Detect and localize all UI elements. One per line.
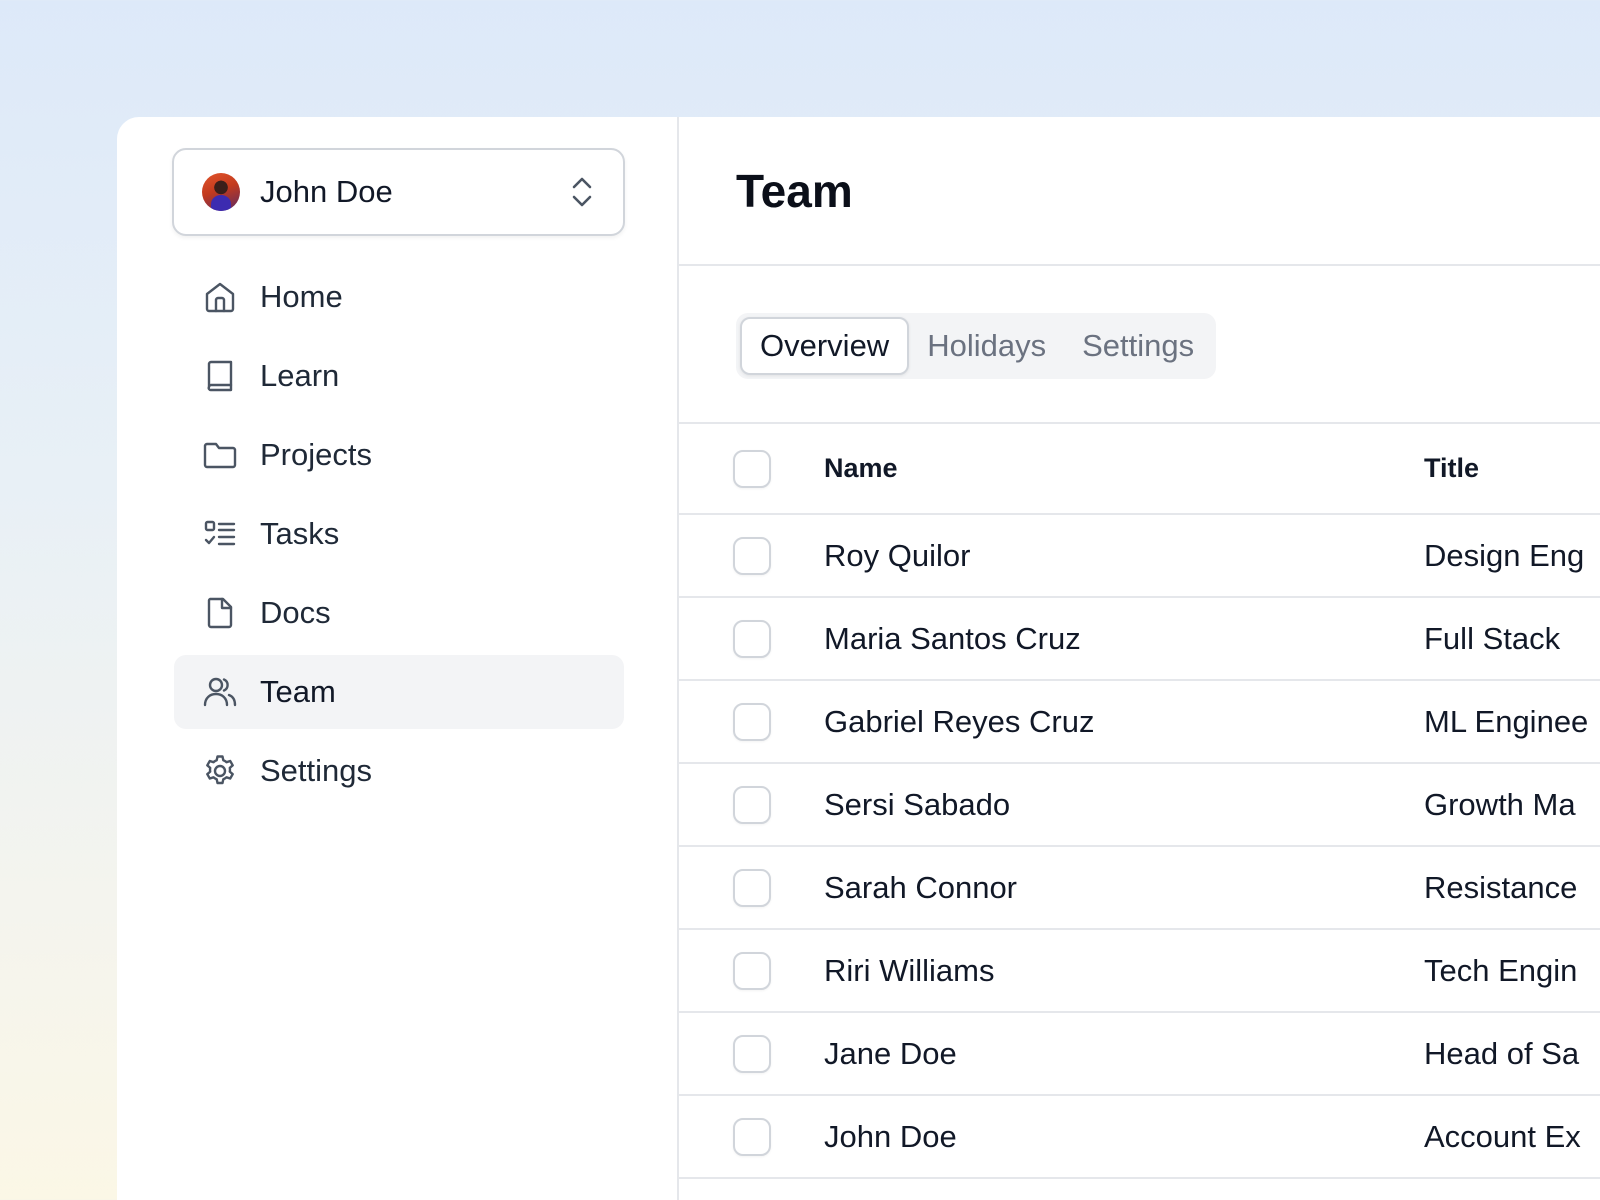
member-name: Sarah Connor bbox=[824, 869, 1018, 905]
sidebar-item-tasks[interactable]: Tasks bbox=[174, 497, 624, 571]
sidebar-item-label: Tasks bbox=[260, 516, 340, 551]
member-title: Full Stack bbox=[1424, 620, 1561, 656]
sidebar-item-label: Settings bbox=[260, 753, 373, 788]
sidebar-item-label: Team bbox=[260, 674, 336, 709]
member-title: Tech Engin bbox=[1424, 952, 1578, 988]
checklist-icon bbox=[204, 520, 236, 546]
row-checkbox[interactable] bbox=[733, 619, 771, 658]
member-name: Jane Doe bbox=[824, 1035, 957, 1071]
member-title: ML Enginee bbox=[1424, 703, 1589, 739]
sidebar-item-label: Projects bbox=[260, 437, 372, 472]
chevron-up-down-icon bbox=[572, 177, 592, 207]
table-row[interactable]: Sersi Sabado Growth Ma bbox=[679, 763, 1600, 846]
home-icon bbox=[205, 282, 235, 313]
table-row[interactable]: Roy Quilor Design Eng bbox=[679, 514, 1600, 597]
segmented-tabs: Overview Holidays Settings bbox=[736, 313, 1217, 379]
sidebar-item-label: Docs bbox=[260, 595, 331, 630]
table-header-row: Name Title bbox=[679, 424, 1600, 514]
account-name: John Doe bbox=[260, 174, 393, 209]
sidebar-item-docs[interactable]: Docs bbox=[174, 576, 624, 650]
row-checkbox[interactable] bbox=[733, 1034, 771, 1073]
member-name: John Doe bbox=[824, 1118, 957, 1154]
member-name: Maria Santos Cruz bbox=[824, 620, 1081, 656]
sidebar-item-label: Learn bbox=[260, 358, 340, 393]
sidebar-item-projects[interactable]: Projects bbox=[174, 418, 624, 492]
sidebar-item-learn[interactable]: Learn bbox=[174, 339, 624, 413]
select-all-checkbox[interactable] bbox=[733, 449, 771, 488]
page-header: Team bbox=[679, 117, 1600, 266]
team-table: Name Title Roy Quilor Design Eng Maria S… bbox=[679, 424, 1600, 1179]
row-checkbox[interactable] bbox=[733, 951, 771, 990]
tabs-area: Overview Holidays Settings bbox=[679, 266, 1600, 424]
book-icon bbox=[207, 360, 233, 392]
sidebar-item-team[interactable]: Team bbox=[174, 655, 624, 729]
sidebar-item-label: Home bbox=[260, 279, 343, 314]
member-title: Design Eng bbox=[1424, 537, 1585, 573]
member-title: Growth Ma bbox=[1424, 786, 1576, 822]
tab-overview[interactable]: Overview bbox=[740, 317, 910, 375]
member-name: Riri Williams bbox=[824, 952, 995, 988]
table-row[interactable]: Sarah Connor Resistance bbox=[679, 846, 1600, 929]
users-icon bbox=[203, 677, 237, 707]
row-checkbox[interactable] bbox=[733, 536, 771, 575]
table-row[interactable]: Riri Williams Tech Engin bbox=[679, 929, 1600, 1012]
column-header-title[interactable]: Title bbox=[1424, 424, 1600, 514]
document-icon bbox=[207, 597, 233, 629]
row-checkbox[interactable] bbox=[733, 785, 771, 824]
main-content: Team Overview Holidays Settings Name Tit… bbox=[679, 117, 1600, 1200]
table-row[interactable]: Jane Doe Head of Sa bbox=[679, 1012, 1600, 1095]
member-name: Roy Quilor bbox=[824, 537, 971, 573]
account-switcher[interactable]: John Doe bbox=[172, 148, 625, 236]
column-header-name[interactable]: Name bbox=[824, 424, 1424, 514]
sidebar-nav: Home Learn Projects Tasks Docs Team Sett… bbox=[174, 260, 624, 813]
table-row[interactable]: Maria Santos Cruz Full Stack bbox=[679, 597, 1600, 680]
member-title: Resistance bbox=[1424, 869, 1578, 905]
sidebar-item-settings[interactable]: Settings bbox=[174, 734, 624, 808]
folder-icon bbox=[203, 442, 237, 469]
member-title: Head of Sa bbox=[1424, 1035, 1580, 1071]
gear-icon bbox=[206, 755, 234, 785]
tab-settings[interactable]: Settings bbox=[1064, 317, 1212, 375]
sidebar-item-home[interactable]: Home bbox=[174, 260, 624, 334]
page-title: Team bbox=[736, 164, 853, 217]
table-row[interactable]: John Doe Account Ex bbox=[679, 1095, 1600, 1178]
member-title: Account Ex bbox=[1424, 1118, 1581, 1154]
app-window: John Doe Home Learn Projects Tasks Docs … bbox=[117, 117, 1600, 1200]
row-checkbox[interactable] bbox=[733, 1117, 771, 1156]
member-name: Sersi Sabado bbox=[824, 786, 1011, 822]
member-name: Gabriel Reyes Cruz bbox=[824, 703, 1095, 739]
row-checkbox[interactable] bbox=[733, 868, 771, 907]
user-avatar bbox=[202, 173, 240, 211]
table-row[interactable]: Gabriel Reyes Cruz ML Enginee bbox=[679, 680, 1600, 763]
row-checkbox[interactable] bbox=[733, 702, 771, 741]
sidebar: John Doe Home Learn Projects Tasks Docs … bbox=[117, 117, 679, 1200]
tab-holidays[interactable]: Holidays bbox=[909, 317, 1064, 375]
